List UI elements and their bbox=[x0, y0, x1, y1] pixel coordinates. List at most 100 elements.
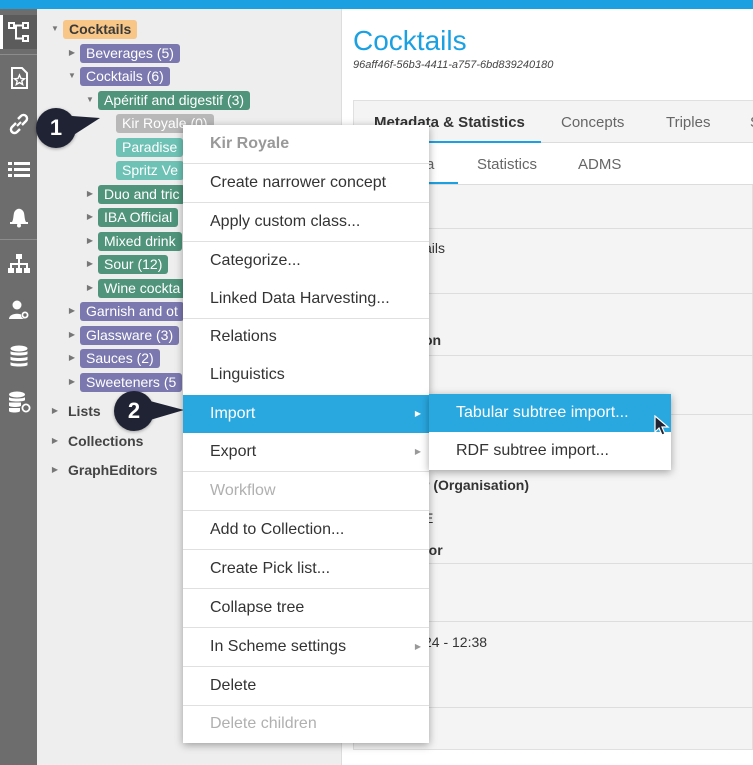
tree-node-label[interactable]: Garnish and ot bbox=[80, 302, 184, 321]
tree-node-cocktails[interactable]: ▼ Cocktails (6) bbox=[67, 67, 170, 86]
bell-icon[interactable] bbox=[0, 199, 37, 233]
tree-collapse-arrow[interactable]: ▶ bbox=[50, 465, 60, 475]
tree-node-label[interactable]: Paradise bbox=[116, 138, 184, 157]
tree-collapse-arrow[interactable]: ▶ bbox=[85, 259, 95, 269]
menu-item-linked-data-harvesting[interactable]: Linked Data Harvesting... bbox=[183, 280, 429, 318]
mouse-cursor-icon bbox=[654, 415, 670, 436]
tree-collapse-arrow[interactable]: ▶ bbox=[67, 377, 77, 387]
tree-node-label[interactable]: Sour (12) bbox=[98, 255, 169, 274]
menu-item-categorize[interactable]: Categorize... bbox=[183, 242, 429, 280]
menu-item-apply-custom-class[interactable]: Apply custom class... bbox=[183, 203, 429, 241]
callout-number: 1 bbox=[49, 115, 63, 140]
database-icon[interactable] bbox=[0, 339, 37, 373]
tab-concepts[interactable]: Concepts bbox=[561, 114, 624, 131]
menu-item-linguistics[interactable]: Linguistics bbox=[183, 356, 429, 394]
tree-node-spritz[interactable]: Spritz Ve bbox=[116, 161, 185, 180]
tree-node-lists[interactable]: ▶ Lists bbox=[50, 402, 101, 421]
tree-node-grapheditors[interactable]: ▶ GraphEditors bbox=[50, 461, 158, 480]
menu-item-rdf-subtree-import[interactable]: RDF subtree import... bbox=[429, 432, 671, 470]
tree-node-label[interactable]: Cocktails bbox=[63, 20, 138, 39]
tree-expand-arrow[interactable]: ▼ bbox=[85, 95, 95, 105]
menu-item-in-scheme-settings[interactable]: In Scheme settings ▶ bbox=[183, 628, 429, 666]
tree-node-label[interactable]: Spritz Ve bbox=[116, 161, 185, 180]
tree-node-label[interactable]: IBA Official bbox=[98, 208, 179, 227]
starred-page-icon[interactable] bbox=[0, 61, 37, 95]
callout-number: 2 bbox=[127, 398, 141, 423]
tree-node-duo[interactable]: ▶ Duo and tric bbox=[85, 185, 186, 204]
tree-node-paradise[interactable]: Paradise bbox=[116, 138, 184, 157]
tree-node-label[interactable]: Wine cockta bbox=[98, 279, 187, 298]
tab-triples[interactable]: Triples bbox=[666, 114, 710, 131]
callout-1-pointer bbox=[72, 116, 100, 136]
menu-item-delete-children: Delete children bbox=[210, 715, 317, 732]
callout-2-pointer bbox=[150, 401, 184, 420]
tree-collapse-arrow[interactable]: ▶ bbox=[67, 330, 77, 340]
tree-node-iba[interactable]: ▶ IBA Official bbox=[85, 208, 179, 227]
user-gear-icon[interactable] bbox=[0, 293, 37, 327]
tree-node-aperitif[interactable]: ▼ Apéritif and digestif (3) bbox=[85, 91, 251, 110]
submenu-arrow-icon: ▶ bbox=[414, 642, 421, 651]
tree-node-sweeteners[interactable]: ▶ Sweeteners (5 bbox=[67, 373, 183, 392]
tree-node-glassware[interactable]: ▶ Glassware (3) bbox=[67, 326, 180, 345]
tree-collapse-arrow[interactable]: ▶ bbox=[85, 236, 95, 246]
tree-node-cocktails-root[interactable]: ▼ Cocktails bbox=[50, 20, 138, 39]
tree-collapse-arrow[interactable]: ▶ bbox=[67, 48, 77, 58]
menu-item-label: Import bbox=[210, 405, 256, 422]
tree-node-label[interactable]: Sweeteners (5 bbox=[80, 373, 183, 392]
tree-node-label[interactable]: Sauces (2) bbox=[80, 349, 160, 368]
tree-node-label[interactable]: Beverages (5) bbox=[80, 44, 180, 63]
link-icon[interactable] bbox=[0, 107, 37, 141]
hierarchy-icon[interactable] bbox=[0, 247, 37, 281]
top-accent-bar bbox=[0, 0, 753, 9]
submenu-arrow-icon: ▶ bbox=[414, 409, 421, 418]
callout-step-2: 2 bbox=[114, 391, 154, 431]
metadata-value: 24 - 12:38 bbox=[424, 634, 488, 650]
menu-item-relations[interactable]: Relations bbox=[183, 318, 429, 356]
tree-node-label[interactable]: Cocktails (6) bbox=[80, 67, 170, 86]
tree-node-collections[interactable]: ▶ Collections bbox=[50, 432, 144, 451]
tree-collapse-arrow[interactable]: ▶ bbox=[50, 406, 60, 416]
submenu-arrow-icon: ▶ bbox=[414, 447, 421, 456]
metadata-label: r (Organisation) bbox=[424, 477, 530, 493]
tree-collapse-arrow[interactable]: ▶ bbox=[50, 436, 60, 446]
database-settings-icon[interactable] bbox=[0, 385, 37, 419]
menu-item-export[interactable]: Export ▶ bbox=[183, 433, 429, 471]
tree-node-label[interactable]: Apéritif and digestif (3) bbox=[98, 91, 251, 110]
tree-icon[interactable] bbox=[0, 15, 37, 49]
menu-item-collapse-tree[interactable]: Collapse tree bbox=[183, 589, 429, 627]
tree-collapse-arrow[interactable]: ▶ bbox=[85, 283, 95, 293]
concept-uuid: 96aff46f-56b3-4411-a757-6bd839240180 bbox=[353, 59, 554, 71]
tree-node-beverages[interactable]: ▶ Beverages (5) bbox=[67, 44, 180, 63]
import-submenu: Tabular subtree import... RDF subtree im… bbox=[429, 394, 671, 470]
context-menu: Kir Royale Create narrower concept Apply… bbox=[183, 125, 429, 743]
tree-node-mixed[interactable]: ▶ Mixed drink bbox=[85, 232, 182, 251]
tree-node-label[interactable]: Collections bbox=[68, 432, 143, 451]
tree-node-sour[interactable]: ▶ Sour (12) bbox=[85, 255, 169, 274]
tree-node-label[interactable]: Lists bbox=[68, 402, 101, 421]
list-icon[interactable] bbox=[0, 153, 37, 187]
menu-item-label: Export bbox=[210, 443, 257, 460]
tree-node-label[interactable]: Mixed drink bbox=[98, 232, 182, 251]
tree-collapse-arrow[interactable]: ▶ bbox=[67, 306, 77, 316]
tree-collapse-arrow[interactable]: ▶ bbox=[85, 212, 95, 222]
page-title: Cocktails bbox=[353, 25, 467, 56]
tree-collapse-arrow[interactable]: ▶ bbox=[85, 189, 95, 199]
tree-collapse-arrow[interactable]: ▶ bbox=[67, 353, 77, 363]
menu-item-label: In Scheme settings bbox=[210, 638, 347, 655]
menu-item-tabular-subtree-import[interactable]: Tabular subtree import... bbox=[429, 394, 671, 432]
tree-expand-arrow[interactable]: ▼ bbox=[50, 24, 60, 34]
tree-node-label[interactable]: Duo and tric bbox=[98, 185, 186, 204]
menu-item-create-narrower-concept[interactable]: Create narrower concept bbox=[183, 164, 429, 202]
tree-node-sauces[interactable]: ▶ Sauces (2) bbox=[67, 349, 160, 368]
subtab-statistics[interactable]: Statistics bbox=[477, 156, 537, 173]
tree-node-garnish[interactable]: ▶ Garnish and ot bbox=[67, 302, 184, 321]
tree-node-wine[interactable]: ▶ Wine cockta bbox=[85, 279, 187, 298]
tree-node-label[interactable]: Glassware (3) bbox=[80, 326, 180, 345]
subtab-adms[interactable]: ADMS bbox=[578, 156, 621, 173]
tree-node-label[interactable]: GraphEditors bbox=[68, 461, 157, 480]
menu-item-create-pick-list[interactable]: Create Pick list... bbox=[183, 550, 429, 588]
menu-item-add-to-collection[interactable]: Add to Collection... bbox=[183, 511, 429, 549]
menu-item-import[interactable]: Import ▶ bbox=[183, 395, 429, 433]
tree-expand-arrow[interactable]: ▼ bbox=[67, 71, 77, 81]
menu-item-delete[interactable]: Delete bbox=[183, 667, 429, 705]
